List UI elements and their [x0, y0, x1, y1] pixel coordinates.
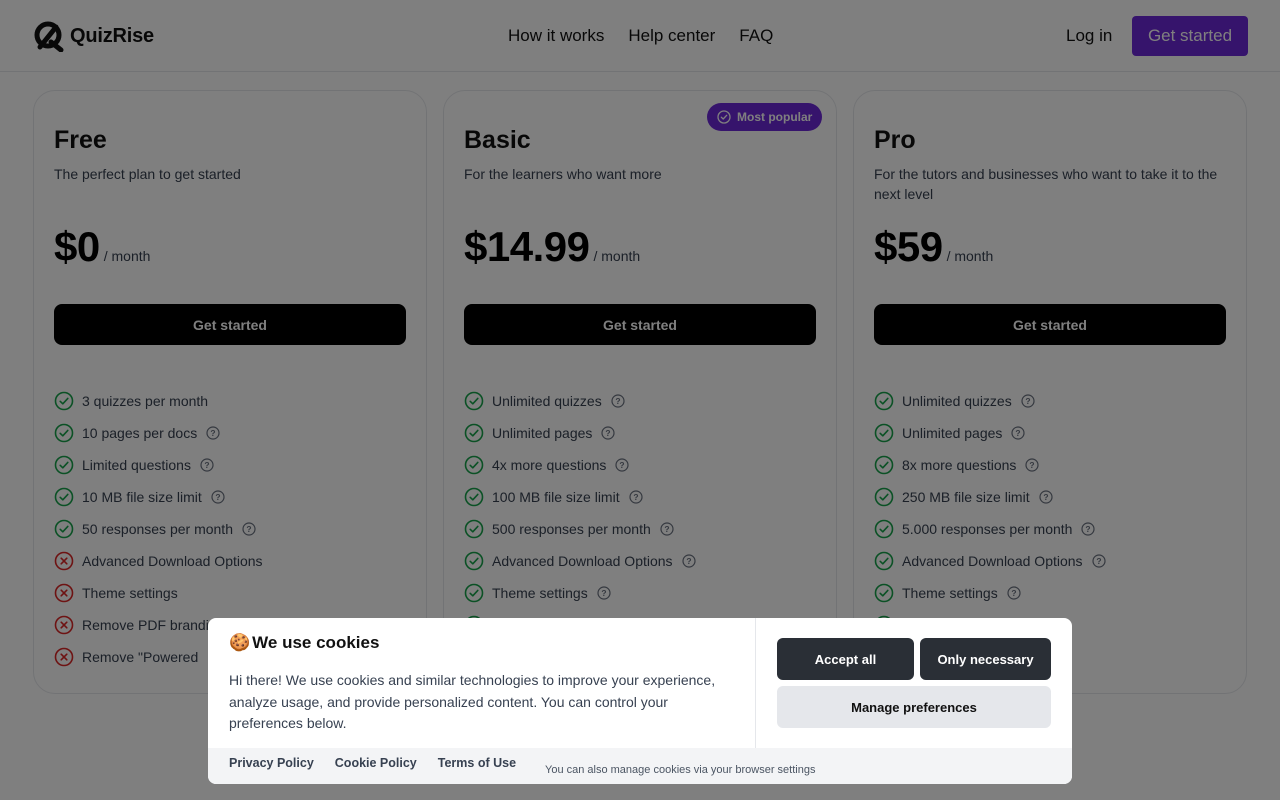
cookie-policy-link[interactable]: Cookie Policy [335, 756, 417, 770]
cookie-icon: 🍪 [229, 633, 251, 652]
terms-of-use-link[interactable]: Terms of Use [438, 756, 516, 770]
manage-preferences-button[interactable]: Manage preferences [777, 686, 1051, 728]
cookie-description: Hi there! We use cookies and similar tec… [229, 672, 716, 731]
cookie-footer: Privacy Policy Cookie Policy Terms of Us… [208, 748, 1072, 784]
cookie-title: 🍪 We use cookies [229, 633, 379, 653]
policy-links: Privacy Policy Cookie Policy Terms of Us… [229, 756, 516, 770]
only-necessary-button[interactable]: Only necessary [920, 638, 1051, 680]
browser-settings-note: You can also manage cookies via your bro… [545, 764, 816, 776]
cookie-title-text: We use cookies [252, 633, 380, 652]
accept-all-button[interactable]: Accept all [777, 638, 914, 680]
cookie-consent-dialog: 🍪 We use cookies Hi there! We use cookie… [208, 618, 1072, 784]
divider [755, 618, 756, 748]
privacy-policy-link[interactable]: Privacy Policy [229, 756, 314, 770]
